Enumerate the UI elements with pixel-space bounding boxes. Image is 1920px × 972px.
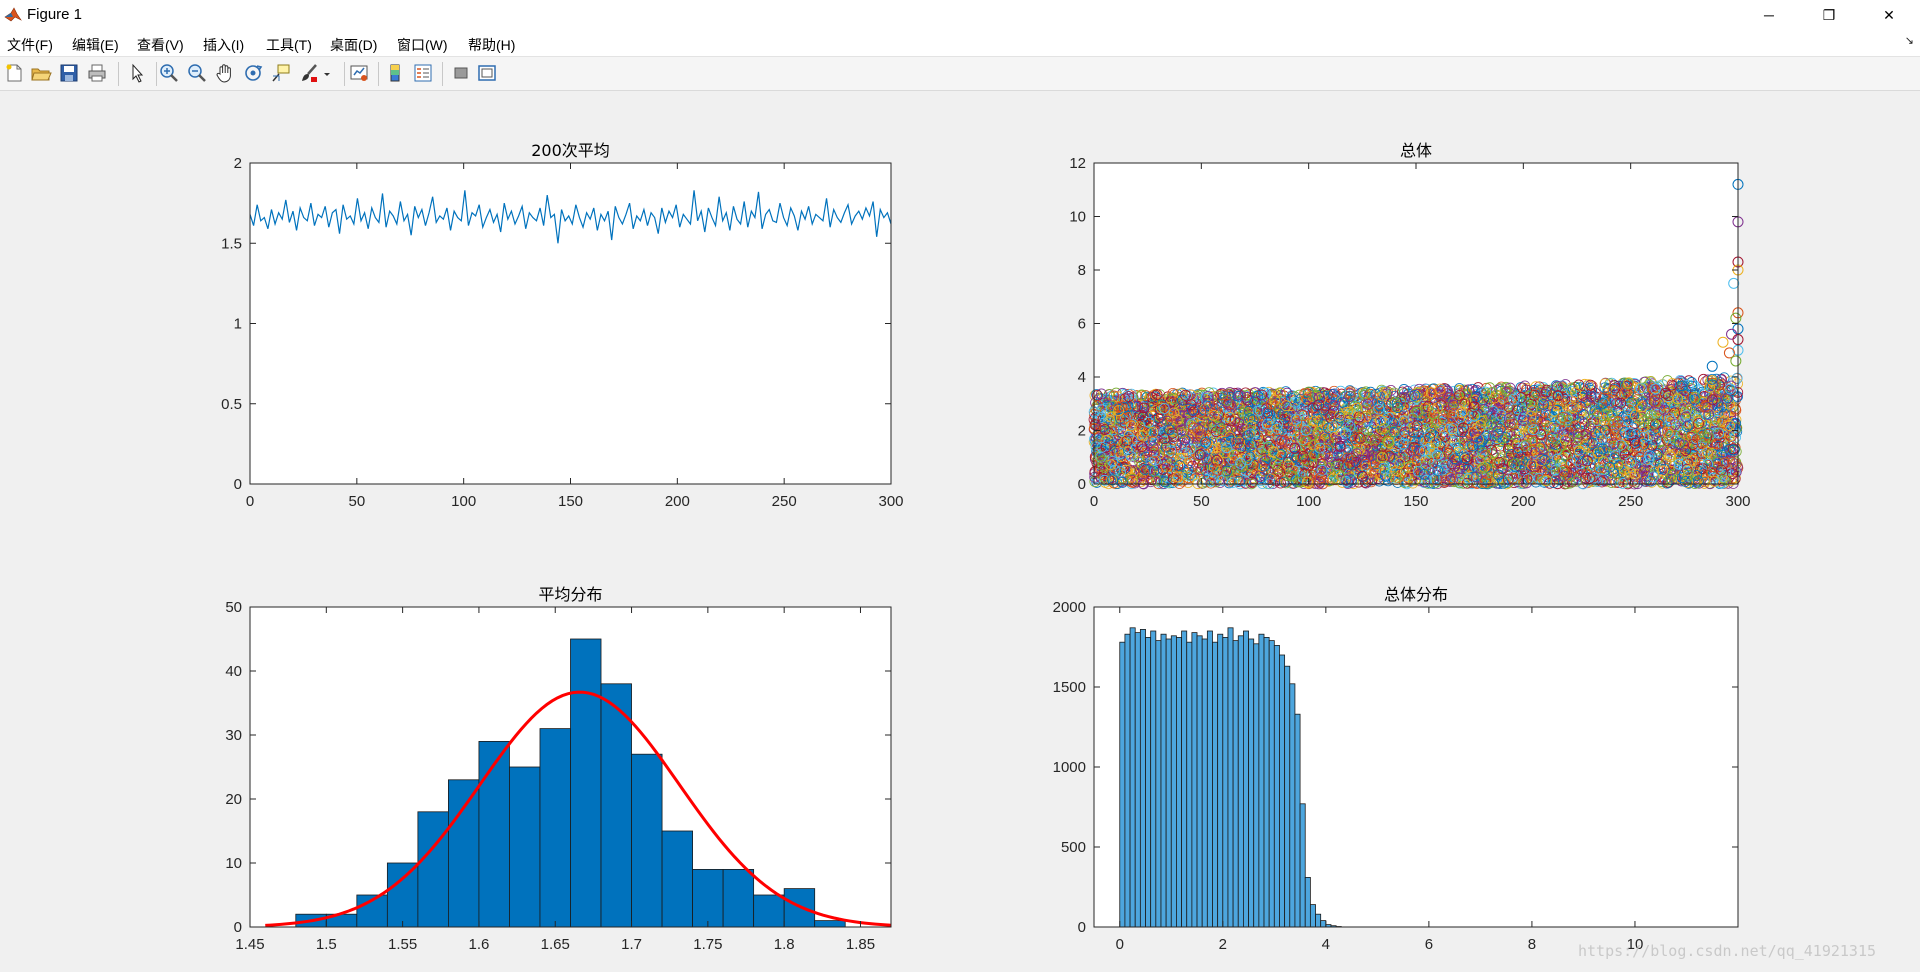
menu-desktop[interactable]: 桌面(D)	[330, 35, 377, 55]
legend-icon[interactable]	[412, 62, 434, 84]
zoom-out-icon[interactable]	[186, 62, 208, 84]
menu-insert[interactable]: 插入(I)	[203, 35, 244, 55]
x-tick-label: 250	[772, 493, 797, 510]
menu-tools[interactable]: 工具(T)	[266, 35, 312, 55]
window-title: Figure 1	[27, 6, 83, 23]
figure-canvas: 0 50 100 150 200 250 300 0 0.5 1 1.5 2 200次平均 0 50 100…	[221, 141, 1750, 953]
x-tick-label: 50	[348, 493, 365, 510]
toolbar-separator	[344, 62, 345, 86]
subplot-mean-line[interactable]: 0 50 100 150 200 250 300 0 0.5 1 1.5 2 200次平均	[221, 141, 903, 510]
x-tick-label: 100	[451, 493, 476, 510]
x-tick-label: 150	[558, 493, 583, 510]
y-tick-label: 0	[234, 476, 242, 493]
brush-dropdown-icon[interactable]	[322, 62, 332, 84]
hide-plot-tools-icon[interactable]	[450, 62, 472, 84]
rotate-3d-icon[interactable]	[242, 62, 264, 84]
x-tick-label: 0	[246, 493, 254, 510]
y-tick-label: 2	[234, 155, 242, 172]
menu-file[interactable]: 文件(F)	[7, 35, 53, 55]
minimize-button[interactable]: ─	[1746, 0, 1792, 30]
axes-title: 200次平均	[531, 141, 610, 160]
link-plot-icon[interactable]	[348, 62, 370, 84]
dock-arrow-icon[interactable]: ↘	[1905, 34, 1914, 47]
select-arrow-icon[interactable]	[126, 62, 148, 84]
new-figure-icon[interactable]	[3, 62, 25, 84]
y-tick-label: 1	[234, 316, 242, 333]
pan-hand-icon[interactable]	[214, 62, 236, 84]
x-tick-label: 300	[878, 493, 903, 510]
colorbar-icon[interactable]	[384, 62, 406, 84]
matlab-app-icon	[4, 5, 22, 23]
window-titlebar: Figure 1 ─ ❐ ✕	[0, 0, 1920, 30]
menu-bar: 文件(F) 编辑(E) 查看(V) 插入(I) 工具(T) 桌面(D) 窗口(W…	[0, 30, 1920, 57]
toolbar-separator	[442, 62, 443, 86]
data-cursor-icon[interactable]	[270, 62, 292, 84]
x-tick-label: 200	[665, 493, 690, 510]
restore-button[interactable]: ❐	[1806, 0, 1852, 30]
show-plot-tools-icon[interactable]	[476, 62, 498, 84]
menu-help[interactable]: 帮助(H)	[468, 35, 515, 55]
subplot-population-scatter[interactable]: 0 50 100 150 200 250 300024681012总体	[1069, 141, 1750, 510]
toolbar-separator	[378, 62, 379, 86]
zoom-in-icon[interactable]	[158, 62, 180, 84]
open-file-icon[interactable]	[30, 62, 52, 84]
menu-view[interactable]: 查看(V)	[137, 35, 184, 55]
y-tick-label: 0.5	[221, 396, 242, 413]
plot-area	[250, 163, 891, 484]
toolbar-separator	[118, 62, 119, 86]
menu-window[interactable]: 窗口(W)	[397, 35, 448, 55]
figure-toolbar	[0, 57, 1920, 91]
y-tick-label: 1.5	[221, 235, 242, 252]
menu-edit[interactable]: 编辑(E)	[72, 35, 119, 55]
close-button[interactable]: ✕	[1866, 0, 1912, 30]
print-icon[interactable]	[86, 62, 108, 84]
save-icon[interactable]	[58, 62, 80, 84]
toolbar-separator	[156, 62, 157, 86]
brush-icon[interactable]	[298, 62, 320, 84]
